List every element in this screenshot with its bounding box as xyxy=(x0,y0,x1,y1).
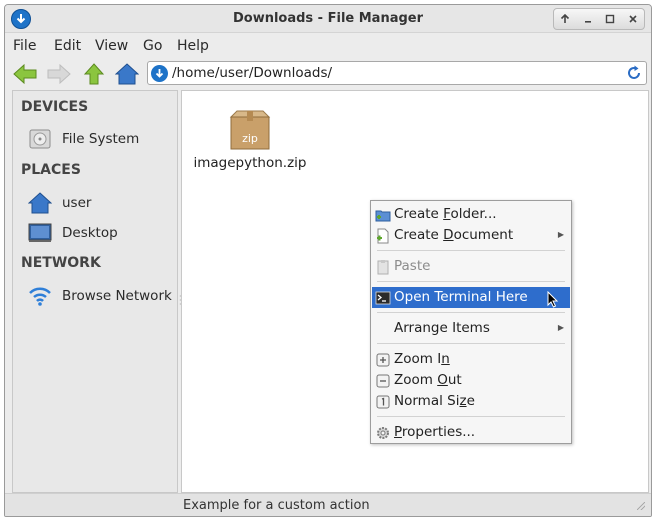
sidebar-item-label: Desktop xyxy=(62,225,118,241)
maximize-icon xyxy=(606,14,615,24)
places-heading: PLACES xyxy=(21,162,81,178)
file-name: imagepython.zip xyxy=(193,155,307,171)
reload-button[interactable] xyxy=(625,64,643,86)
sidebar-item-desktop[interactable]: Desktop xyxy=(27,221,175,247)
zoom-normal-icon xyxy=(375,394,391,410)
title-bar[interactable]: Downloads - File Manager xyxy=(5,5,651,33)
sidebar-item-label: Browse Network xyxy=(62,288,172,304)
status-text: Example for a custom action xyxy=(183,498,370,513)
zoom-in-icon xyxy=(375,352,391,368)
reload-icon xyxy=(628,65,640,79)
menu-item-zoom-in[interactable]: Zoom In xyxy=(372,349,570,370)
close-button[interactable] xyxy=(622,9,645,29)
menu-item-label: Create Folder... xyxy=(394,206,497,222)
sidebar-item-file-system[interactable]: File System xyxy=(27,127,175,153)
close-icon xyxy=(629,15,637,23)
menu-item-label: Create Document xyxy=(394,227,514,243)
paste-icon xyxy=(375,259,391,275)
minimize-button[interactable] xyxy=(577,9,600,29)
parent-folder-button[interactable] xyxy=(80,60,108,88)
downloads-folder-icon xyxy=(151,65,168,82)
menu-separator xyxy=(377,343,565,344)
zip-label: zip xyxy=(242,132,258,145)
devices-heading: DEVICES xyxy=(21,99,89,115)
file-manager-window: Downloads - File Manager File Edit View … xyxy=(4,4,652,517)
menu-item-label: Paste xyxy=(394,258,431,274)
menu-item-label: Zoom In xyxy=(394,351,450,367)
submenu-arrow-icon: ▶ xyxy=(557,230,564,239)
menu-item-arrange-items[interactable]: Arrange Items ▶ xyxy=(372,318,570,339)
sidebar-item-label: user xyxy=(62,195,92,211)
location-input[interactable]: /home/user/Downloads/ xyxy=(172,65,332,81)
menu-item-create-folder[interactable]: Create Folder... xyxy=(372,204,570,225)
forward-button[interactable] xyxy=(45,60,73,88)
menu-file[interactable]: File xyxy=(13,38,36,54)
desktop-icon xyxy=(27,221,53,245)
menu-go[interactable]: Go xyxy=(143,38,162,54)
menu-item-properties[interactable]: Properties... xyxy=(372,422,570,443)
back-button[interactable] xyxy=(11,60,39,88)
menu-separator xyxy=(377,312,565,313)
sidebar-item-label: File System xyxy=(62,131,140,147)
home-icon xyxy=(27,191,53,215)
menu-item-open-terminal[interactable]: Open Terminal Here xyxy=(372,287,570,308)
gear-icon xyxy=(375,425,391,441)
menu-item-label: Open Terminal Here xyxy=(394,289,528,305)
menu-help[interactable]: Help xyxy=(177,38,209,54)
menu-separator xyxy=(377,250,565,251)
drive-icon xyxy=(27,127,53,151)
toolbar: /home/user/Downloads/ xyxy=(5,58,651,90)
context-menu: Create Folder... Create Document ▶ Paste… xyxy=(370,200,572,444)
resize-grip-icon[interactable] xyxy=(637,502,645,510)
zoom-out-icon xyxy=(375,373,391,389)
menu-edit[interactable]: Edit xyxy=(54,38,81,54)
menu-view[interactable]: View xyxy=(95,38,128,54)
menu-separator xyxy=(377,416,565,417)
home-button[interactable] xyxy=(113,60,141,88)
menu-item-label: Zoom Out xyxy=(394,372,462,388)
menu-item-normal-size[interactable]: Normal Size xyxy=(372,391,570,412)
terminal-icon xyxy=(375,290,391,306)
sidebar: DEVICES File System PLACES user Desktop … xyxy=(12,90,178,493)
menu-item-create-document[interactable]: Create Document ▶ xyxy=(372,225,570,246)
menu-item-zoom-out[interactable]: Zoom Out xyxy=(372,370,570,391)
arrow-up-icon xyxy=(561,14,570,23)
menu-item-paste[interactable]: Paste xyxy=(372,256,570,277)
home-icon xyxy=(115,63,139,85)
mouse-cursor-icon xyxy=(547,291,559,308)
sidebar-item-browse-network[interactable]: Browse Network xyxy=(27,284,175,310)
window-controls xyxy=(553,8,645,30)
arrow-left-icon xyxy=(13,63,37,85)
menu-item-label: Normal Size xyxy=(394,393,475,409)
location-bar[interactable]: /home/user/Downloads/ xyxy=(147,61,647,85)
submenu-arrow-icon: ▶ xyxy=(557,323,564,332)
new-folder-icon xyxy=(375,207,391,223)
minimize-icon xyxy=(584,21,591,23)
network-heading: NETWORK xyxy=(21,255,101,271)
menu-bar: File Edit View Go Help xyxy=(5,34,651,58)
maximize-button[interactable] xyxy=(599,9,622,29)
keep-above-button[interactable] xyxy=(554,9,577,29)
arrow-up-green-icon xyxy=(83,63,105,85)
new-document-icon xyxy=(375,228,391,244)
wifi-icon xyxy=(27,284,53,308)
menu-item-label: Properties... xyxy=(394,424,476,440)
status-bar: Example for a custom action xyxy=(5,493,651,516)
menu-item-label: Arrange Items xyxy=(394,320,490,336)
arrow-right-icon xyxy=(47,63,71,85)
file-item[interactable]: zip imagepython.zip xyxy=(190,105,310,171)
menu-separator xyxy=(377,281,565,282)
sidebar-item-user[interactable]: user xyxy=(27,191,175,217)
zip-archive-icon: zip xyxy=(228,109,272,151)
